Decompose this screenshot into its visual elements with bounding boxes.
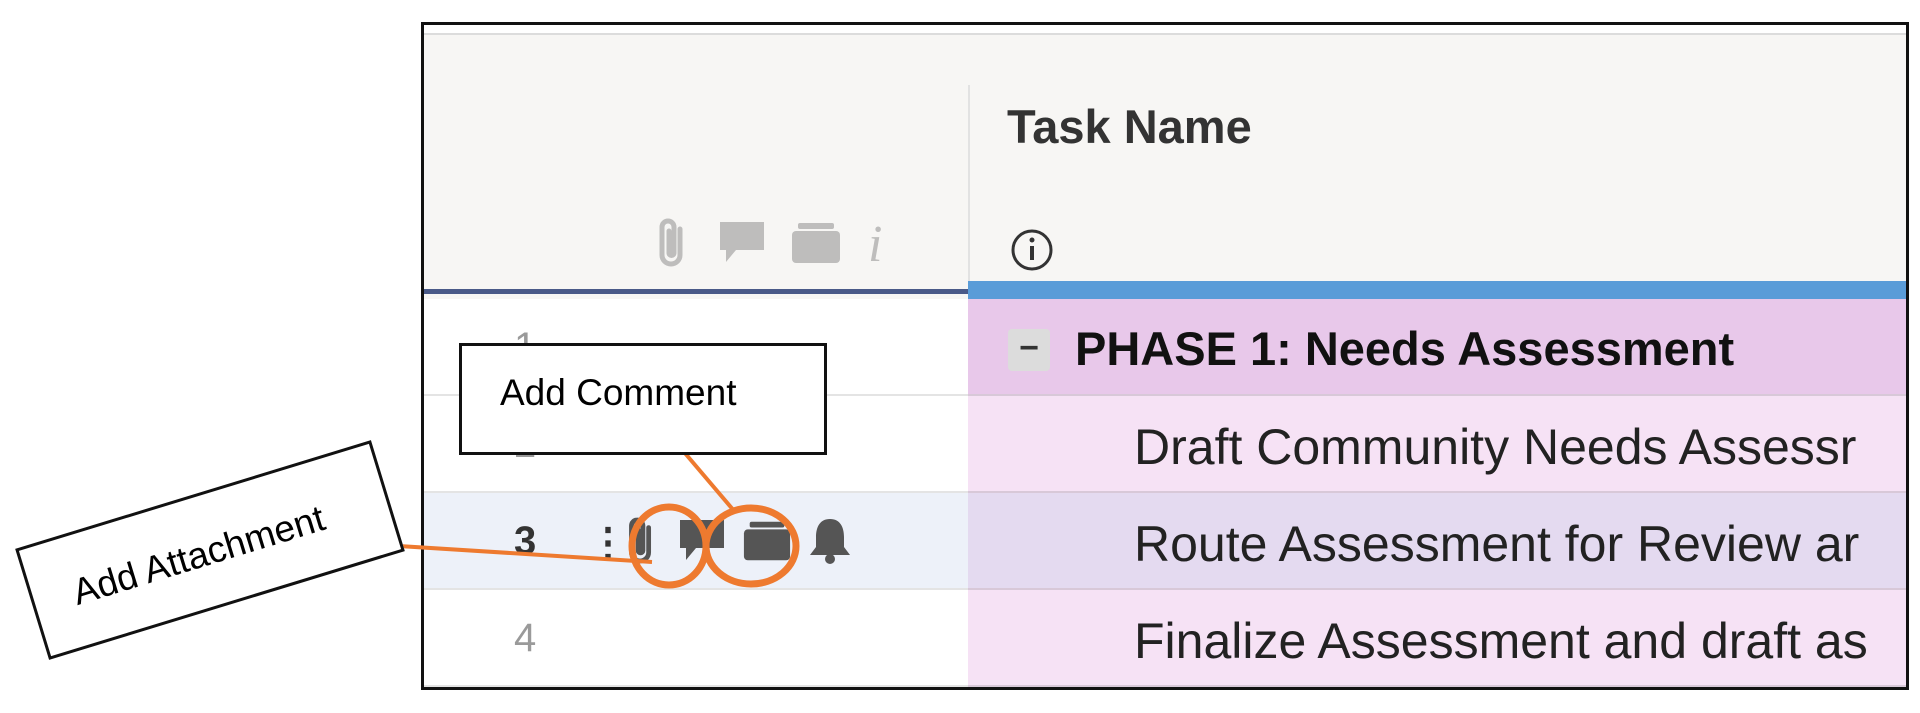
header-underline-right — [968, 281, 1906, 299]
row-number-cell: 4 — [424, 590, 968, 687]
add-attachment-callout: Add Attachment — [15, 440, 405, 660]
task-cell[interactable]: Finalize Assessment and draft as — [968, 590, 1906, 687]
column-header — [968, 35, 1906, 297]
svg-text:i: i — [868, 217, 882, 267]
row-number: 4 — [514, 616, 537, 660]
row-number-cell: 3 ⋮ — [424, 493, 968, 590]
header-underline-left — [424, 289, 968, 294]
info-italic-icon: i — [864, 216, 888, 273]
table-row-selected[interactable]: 3 ⋮ Route Assessment for Review ar — [424, 493, 1906, 590]
proofing-icon[interactable] — [742, 517, 792, 568]
row-action-icons: ⋮ — [588, 511, 854, 574]
row-number: 3 — [514, 519, 537, 563]
task-cell[interactable]: Draft Community Needs Assessr — [968, 396, 1906, 493]
collapse-button[interactable]: − — [1008, 329, 1050, 371]
proofing-icon — [790, 219, 842, 270]
task-cell[interactable]: − PHASE 1: Needs Assessment — [968, 299, 1906, 396]
comment-icon — [716, 218, 768, 271]
task-cell[interactable]: Route Assessment for Review ar — [968, 493, 1906, 590]
header-icon-group: i — [650, 213, 888, 276]
task-name-header[interactable]: Task Name — [1007, 99, 1252, 154]
column-divider — [968, 85, 970, 297]
task-text: Route Assessment for Review ar — [1134, 516, 1860, 572]
add-comment-icon[interactable] — [676, 516, 728, 569]
add-attachment-icon[interactable] — [620, 511, 662, 574]
task-text: Draft Community Needs Assessr — [1134, 419, 1857, 475]
table-row[interactable]: 4 Finalize Assessment and draft as — [424, 590, 1906, 687]
add-comment-callout: Add Comment — [459, 343, 827, 455]
kebab-menu-icon[interactable]: ⋮ — [588, 520, 628, 566]
paperclip-icon — [650, 213, 694, 276]
bell-icon[interactable] — [806, 515, 854, 570]
task-text: Finalize Assessment and draft as — [1134, 613, 1868, 669]
phase-title: PHASE 1: Needs Assessment — [1075, 322, 1735, 375]
column-info-icon[interactable] — [1009, 227, 1055, 278]
